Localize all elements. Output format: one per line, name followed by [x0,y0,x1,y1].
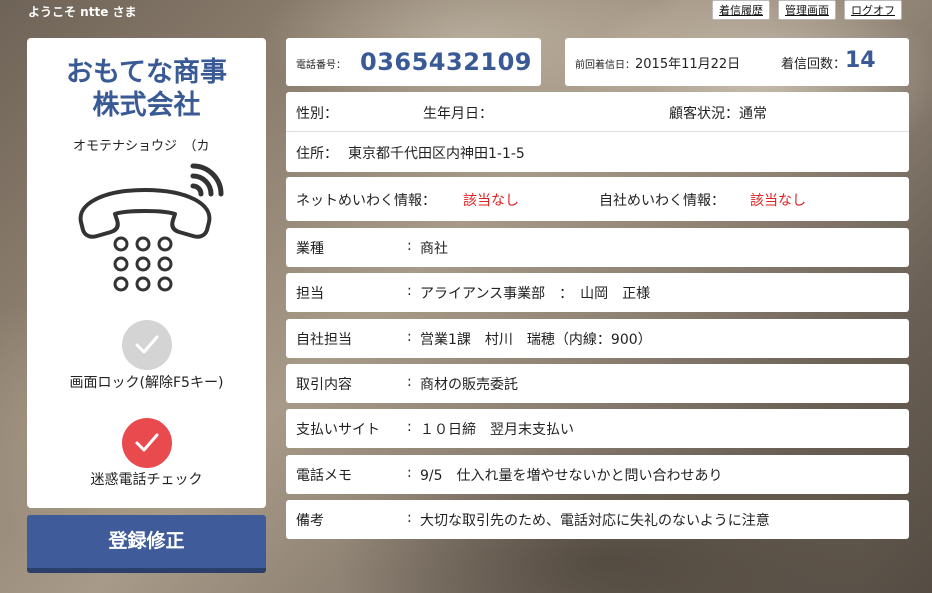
row-value: アライアンス事業部 ： 山岡 正様 [420,286,651,302]
nuisance-info-panel: ネットめいわく情報： 該当なし 自社めいわく情報： 該当なし [286,177,909,221]
phone-number: 0365432109 [360,48,532,76]
telephone-icon [78,163,224,292]
welcome-text: ようこそ ntte さま [28,5,137,19]
row-value: 商社 [420,241,448,257]
row-label: 取引内容 [296,377,352,393]
call-info-panel: 前回着信日： 2015年11月22日 着信回数： 14 [565,38,909,86]
row-value: 9/5 仕入れ量を増やせないかと問い合わせあり [420,468,723,484]
spam-check-label: 迷惑電話チェック [90,472,203,488]
spam-check-icon[interactable] [122,418,172,468]
row-colon: : [407,374,412,390]
gender-label: 性別： [296,106,338,122]
row-value: １０日締 翌月末支払い [420,422,574,438]
row-label: 備考 [296,513,324,529]
internal-staff-row: 自社担当 : 営業1課 村川 瑞穂（内線：900） [286,319,909,358]
row-colon: : [407,465,412,481]
address-value: 東京都千代田区内神田1-1-5 [348,146,525,162]
admin-link[interactable]: 管理画面 [778,0,836,20]
row-label: 支払いサイト [296,422,380,438]
call-count-label: 着信回数： [781,57,847,72]
birthday-label: 生年月日： [423,106,493,122]
row-colon: : [407,238,412,254]
last-call-label: 前回着信日： [575,60,635,71]
row-value: 営業1課 村川 瑞穂（内線：900） [420,332,652,348]
industry-row: 業種 : 商社 [286,228,909,267]
top-nav: 着信履歴 管理画面 ログオフ [712,0,902,20]
own-nuisance-value: 該当なし [750,193,806,209]
company-name: おもてな商事 株式会社 [27,56,266,122]
company-name-line1: おもてな商事 [66,57,227,88]
remarks-row: 備考 : 大切な取引先のため、電話対応に失礼のないように注意 [286,500,909,539]
register-edit-button[interactable]: 登録修正 [27,515,266,573]
row-label: 担当 [296,286,324,302]
row-label: 電話メモ [296,468,352,484]
row-value: 商材の販売委託 [420,377,518,393]
customer-status-value: 通常 [739,106,767,122]
contact-person-row: 担当 : アライアンス事業部 ： 山岡 正様 [286,273,909,312]
call-count: 14 [845,48,876,73]
last-call-date: 2015年11月22日 [635,57,741,72]
row-colon: : [407,329,412,345]
row-colon: : [407,510,412,526]
divider [286,131,909,132]
payment-terms-row: 支払いサイト : １０日締 翌月末支払い [286,409,909,448]
row-colon: : [407,283,412,299]
call-memo-row: 電話メモ : 9/5 仕入れ量を増やせないかと問い合わせあり [286,455,909,494]
logoff-link[interactable]: ログオフ [844,0,902,20]
company-kana: オモテナショウジ （カ [73,139,210,154]
personal-info-panel: 性別： 生年月日： 顧客状況： 通常 住所： 東京都千代田区内神田1-1-5 [286,92,909,172]
screen-lock-label: 画面ロック(解除F5キー) [69,375,224,391]
net-nuisance-label: ネットめいわく情報： [296,193,436,209]
transaction-row: 取引内容 : 商材の販売委託 [286,364,909,403]
screen-lock-check-icon[interactable] [122,320,172,370]
row-label: 自社担当 [296,332,352,348]
customer-status-label: 顧客状況： [669,106,739,122]
company-name-line2: 株式会社 [92,90,201,121]
address-label: 住所： [296,146,338,162]
net-nuisance-value: 該当なし [463,193,519,209]
row-value: 大切な取引先のため、電話対応に失礼のないように注意 [420,513,770,529]
customer-card: おもてな商事 株式会社 オモテナショウジ （カ 画面ロック(解除F5キー) 迷惑… [27,38,266,508]
phone-number-panel: 電話番号： 0365432109 [286,38,541,86]
phone-number-label: 電話番号： [296,60,346,71]
row-label: 業種 [296,241,324,257]
row-colon: : [407,419,412,435]
own-nuisance-label: 自社めいわく情報： [599,193,725,209]
call-history-link[interactable]: 着信履歴 [712,0,770,20]
